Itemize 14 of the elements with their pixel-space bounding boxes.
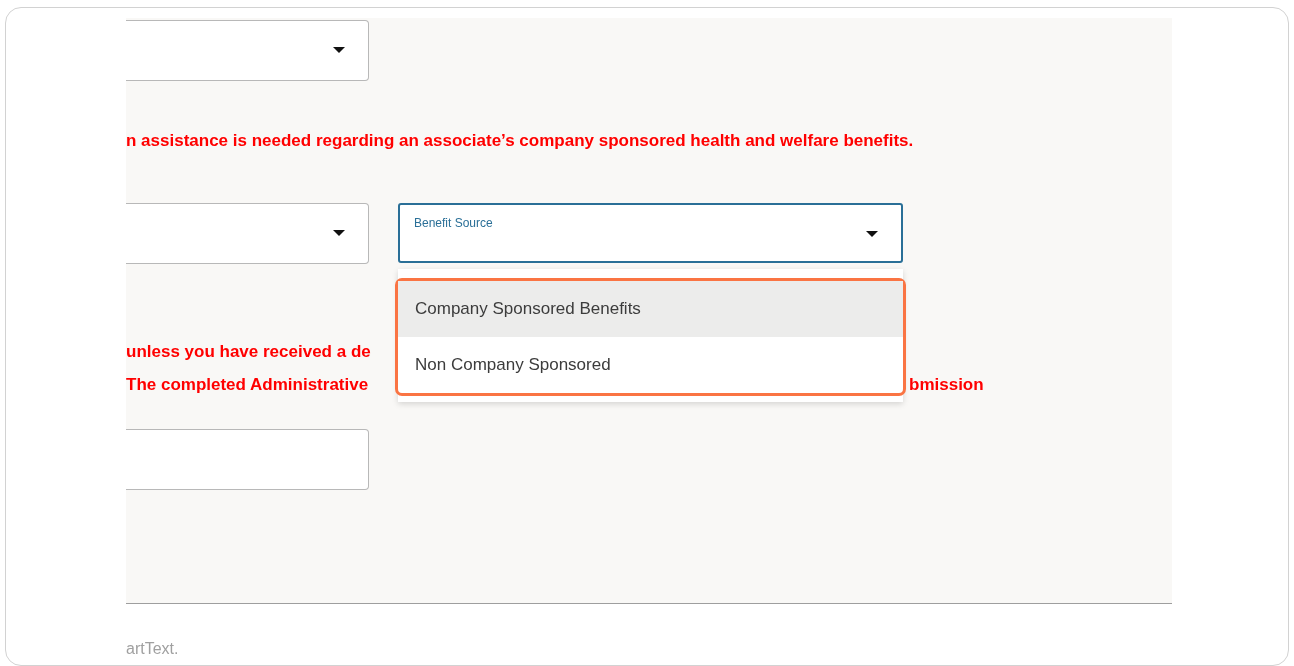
dropdown-field[interactable]: Benefit Source (398, 203, 903, 263)
dropdown-field[interactable] (126, 203, 369, 264)
caret-icon (333, 230, 345, 236)
warning-text: bmission (909, 374, 984, 396)
caret-icon (333, 47, 345, 53)
menu-option[interactable]: Company Sponsored Benefits (398, 281, 903, 337)
input-field[interactable] (126, 429, 369, 490)
warning-text: unless you have received a de (126, 341, 372, 363)
menu-option[interactable]: Non Company Sponsored (398, 337, 903, 393)
caret-icon (866, 231, 878, 237)
warning-text: The completed Administrative (126, 374, 370, 396)
dropdown-field[interactable] (126, 20, 369, 81)
notice-text: n assistance is needed regarding an associate’s company sponsored health and welfare benefits. (126, 130, 915, 152)
footer-text: artText. (126, 640, 180, 658)
